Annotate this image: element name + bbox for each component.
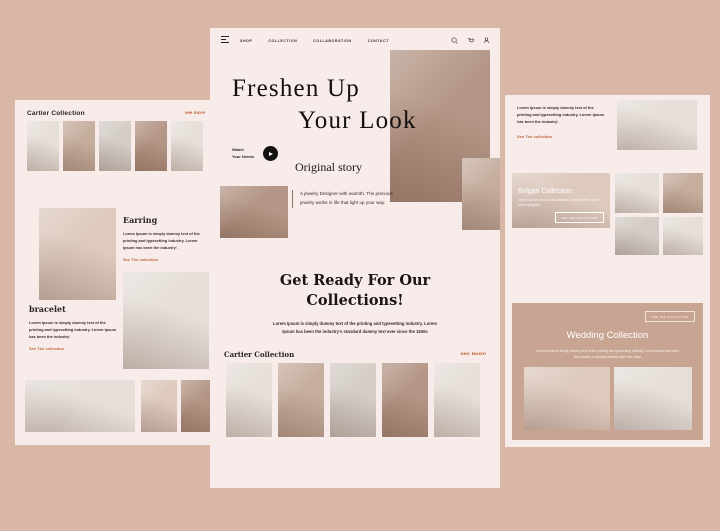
earring-section: Earring Lorem Ipsum is simply dummy text… xyxy=(123,215,209,262)
necklace-image[interactable] xyxy=(615,217,659,255)
nav-link-shop[interactable]: SHOP xyxy=(240,39,252,43)
center-page-mockup: SHOP COLLECTION COLLABORATION CONTACT Fr… xyxy=(210,28,500,488)
watch-label: Watch Your Needs xyxy=(232,147,254,159)
hero-heading-line2: Your Look xyxy=(298,107,417,134)
cart-icon[interactable] xyxy=(467,37,474,44)
get-ready-title-line2: Collections! xyxy=(306,291,404,309)
earring-title: Earring xyxy=(123,215,158,225)
ring-small-image[interactable] xyxy=(615,173,659,213)
nav-link-contact[interactable]: CONTACT xyxy=(368,39,389,43)
bracelet-title: bracelet xyxy=(29,304,66,314)
wedding-image-right[interactable] xyxy=(614,367,692,430)
get-ready-title-line1: Get Ready For Our xyxy=(279,272,431,289)
bvlgari-title: Bvlgari Collection xyxy=(518,187,573,195)
hamburger-menu-icon[interactable] xyxy=(221,36,229,44)
bvlgari-body: Check out our new Gold collection, new p… xyxy=(518,197,600,207)
earring-collection-link[interactable]: See The collection xyxy=(123,257,209,262)
thumbnail-image[interactable] xyxy=(278,363,324,437)
thumbnail-image[interactable] xyxy=(171,121,203,171)
center-see-more-link[interactable]: see more xyxy=(461,351,486,357)
user-icon[interactable] xyxy=(483,37,490,44)
center-thumbnail-row xyxy=(210,363,500,437)
hero-secondary-image[interactable] xyxy=(462,158,500,230)
get-ready-body: Lorem Ipsum is simply dummy text of the … xyxy=(273,321,437,335)
bracelet-feature-image[interactable] xyxy=(123,272,209,369)
story-image[interactable] xyxy=(220,186,288,238)
earring-feature-image[interactable] xyxy=(39,208,116,300)
earring-body: Lorem Ipsum is simply dummy text of the … xyxy=(123,231,200,250)
thumbnail-image[interactable] xyxy=(330,363,376,437)
ring-showcase-image[interactable] xyxy=(25,380,135,432)
mockup-stage: Cartier Collection see more Earring Lore… xyxy=(0,0,720,531)
ring-detail-image[interactable] xyxy=(141,380,177,432)
thumbnail-image[interactable] xyxy=(63,121,95,171)
nav-link-collaboration[interactable]: COLLABORATION xyxy=(313,39,351,43)
wedding-title: Wedding Collection xyxy=(566,330,649,341)
thumbnail-image[interactable] xyxy=(382,363,428,437)
bvlgari-cta-button[interactable]: SEE THE COLLECTION xyxy=(555,212,604,223)
hand-rings-image[interactable] xyxy=(663,173,703,213)
watch-label-line2: Your Needs xyxy=(232,153,254,159)
story-body: A jewelry Designer with warmth. The prec… xyxy=(292,190,408,208)
watch-video-control[interactable]: Watch Your Needs xyxy=(232,146,278,161)
bracelet-section: bracelet Lorem Ipsum is simply dummy tex… xyxy=(29,304,117,351)
left-collection-title: Cartier Collection xyxy=(27,110,85,117)
wedding-image-left[interactable] xyxy=(524,367,610,430)
story-title: Original story xyxy=(295,160,362,174)
thumbnail-image[interactable] xyxy=(135,121,167,171)
nav-link-collection[interactable]: COLLECTION xyxy=(268,39,297,43)
thumbnail-image[interactable] xyxy=(434,363,480,437)
chain-image[interactable] xyxy=(663,217,703,255)
wedding-body: Lorem Ipsum is simply dummy text of the … xyxy=(536,349,679,359)
play-icon[interactable] xyxy=(262,146,278,161)
left-page-mockup: Cartier Collection see more Earring Lore… xyxy=(15,100,215,445)
bracelet-collection-link[interactable]: See The collection xyxy=(29,346,117,351)
wedding-collection-section: SEE THE COLLECTION Wedding Collection Lo… xyxy=(512,303,703,440)
center-collection-title: Cartier Collection xyxy=(224,350,295,359)
hero-heading: Freshen Up Your Look xyxy=(232,76,482,133)
get-ready-section: Get Ready For Our Collections! Lorem Ips… xyxy=(210,271,500,336)
thumbnail-image[interactable] xyxy=(27,121,59,171)
left-see-more-link[interactable]: see more xyxy=(185,110,205,115)
thumbnail-image[interactable] xyxy=(99,121,131,171)
search-icon[interactable] xyxy=(451,37,458,44)
bracelet-body: Lorem Ipsum is simply dummy text of the … xyxy=(29,320,117,339)
thumbnail-image[interactable] xyxy=(226,363,272,437)
nav-links: SHOP COLLECTION COLLABORATION CONTACT xyxy=(240,39,389,43)
wedding-cta-button[interactable]: SEE THE COLLECTION xyxy=(645,311,695,323)
hero-heading-line1: Freshen Up xyxy=(232,75,360,102)
bvlgari-collection-card: Bvlgari Collection Check out our new Gol… xyxy=(512,173,610,228)
nav-icons xyxy=(451,37,490,44)
right-page-mockup: Lorem Ipsum is simply dummy text of the … xyxy=(505,95,710,447)
